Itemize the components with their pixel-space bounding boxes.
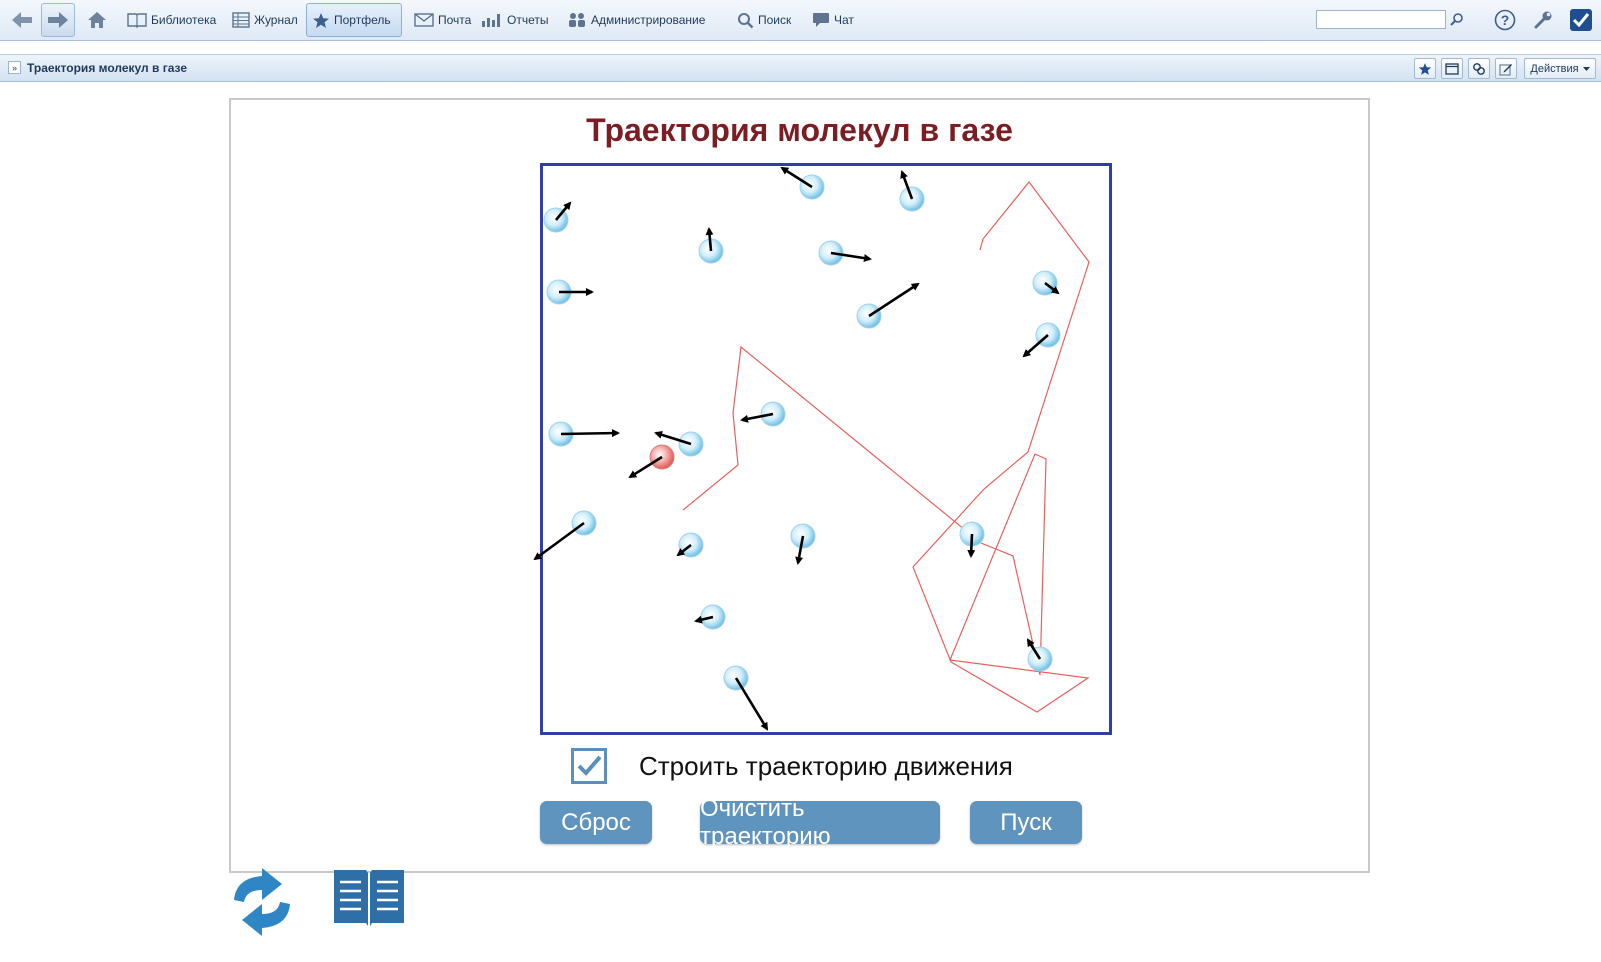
window-icon — [1445, 62, 1459, 75]
toolbar-mail-label: Почта — [438, 13, 472, 27]
instructions-button[interactable] — [332, 866, 406, 933]
toolbar-library[interactable]: Библиотека — [122, 6, 221, 34]
chart-icon — [482, 14, 500, 27]
toolbar-journal[interactable]: Журнал — [227, 6, 303, 34]
toolbar-admin[interactable]: Администрирование — [562, 6, 710, 34]
open-book-icon — [334, 870, 404, 926]
home-button[interactable] — [82, 3, 112, 37]
actions-dropdown[interactable]: Действия — [1524, 58, 1596, 79]
velocity-arrow — [734, 677, 769, 731]
velocity-arrow — [560, 429, 620, 438]
users-icon — [569, 13, 585, 27]
start-button[interactable]: Пуск — [970, 801, 1082, 844]
window-button[interactable] — [1441, 58, 1463, 79]
global-search-input[interactable] — [1316, 10, 1446, 29]
forward-button[interactable] — [41, 3, 75, 37]
velocity-arrow — [533, 521, 585, 561]
velocity-arrow — [868, 282, 920, 318]
tasks-button[interactable] — [1567, 3, 1595, 37]
search-go-button[interactable] — [1448, 10, 1467, 29]
reload-button[interactable] — [226, 866, 298, 943]
clear-trajectory-button[interactable]: Очистить траекторию — [700, 795, 940, 850]
double-chevron-icon: » — [11, 63, 17, 73]
favorite-button[interactable] — [1414, 58, 1436, 79]
chat-icon — [813, 13, 829, 27]
help-button[interactable]: ? — [1492, 3, 1518, 37]
help-icon: ? — [1494, 9, 1516, 31]
link-icon — [1473, 62, 1485, 75]
toolbar-mail[interactable]: Почта — [409, 6, 476, 34]
actions-label: Действия — [1530, 62, 1579, 75]
breadcrumb-title: Траектория молекул в газе — [27, 61, 188, 75]
book-icon — [127, 13, 147, 28]
molecules-layer — [533, 166, 1061, 731]
arrow-left-icon — [12, 12, 32, 28]
toolbar-journal-label: Журнал — [254, 13, 298, 27]
svg-text:?: ? — [1501, 12, 1510, 28]
toolbar-search[interactable]: Поиск — [732, 6, 796, 34]
link-button[interactable] — [1468, 58, 1490, 79]
trajectory-path — [682, 181, 1090, 713]
settings-button[interactable] — [1530, 3, 1556, 37]
star-icon — [313, 12, 329, 28]
checkbox-checked-icon — [1570, 9, 1592, 31]
simulation-title: Траектория молекул в газе — [586, 112, 1013, 148]
journal-icon — [232, 12, 250, 28]
toolbar-chat-label: Чат — [834, 13, 854, 27]
main-toolbar: Библиотека Журнал Портфель Почта Отчеты — [0, 0, 1601, 41]
gas-container — [533, 163, 1112, 735]
magnifier-icon — [1450, 13, 1463, 26]
expand-panel-button[interactable]: » — [8, 61, 21, 74]
trajectory-checkbox-label: Строить траекторию движения — [639, 751, 1013, 781]
reset-button[interactable]: Сброс — [540, 801, 652, 844]
home-icon — [88, 12, 106, 28]
star-icon — [1418, 62, 1432, 75]
gas-canvas — [533, 166, 1090, 731]
trajectory-checkbox[interactable] — [571, 748, 607, 784]
toolbar-portfolio[interactable]: Портфель — [306, 3, 402, 37]
caret-down-icon — [1582, 66, 1590, 71]
toolbar-reports[interactable]: Отчеты — [476, 6, 553, 34]
arrow-right-icon — [48, 12, 68, 28]
simulation-frame: Траектория молекул в газе Строить траект… — [229, 98, 1370, 873]
toolbar-search-label: Поиск — [758, 13, 792, 27]
breadcrumb-bar: » Траектория молекул в газе Действия — [0, 54, 1601, 82]
edit-icon — [1499, 63, 1512, 76]
velocity-arrow — [967, 533, 976, 558]
toolbar-admin-label: Администрирование — [591, 13, 706, 27]
toolbar-reports-label: Отчеты — [507, 13, 549, 27]
toolbar-chat[interactable]: Чат — [807, 6, 859, 34]
refresh-icon — [234, 868, 290, 936]
edit-button[interactable] — [1495, 58, 1517, 79]
wrench-icon — [1534, 11, 1552, 29]
toolbar-portfolio-label: Портфель — [334, 13, 391, 27]
mail-icon — [414, 13, 434, 27]
toolbar-library-label: Библиотека — [151, 13, 217, 27]
back-button[interactable] — [6, 3, 38, 37]
search-icon — [738, 12, 754, 28]
checkmark-icon — [577, 755, 602, 776]
